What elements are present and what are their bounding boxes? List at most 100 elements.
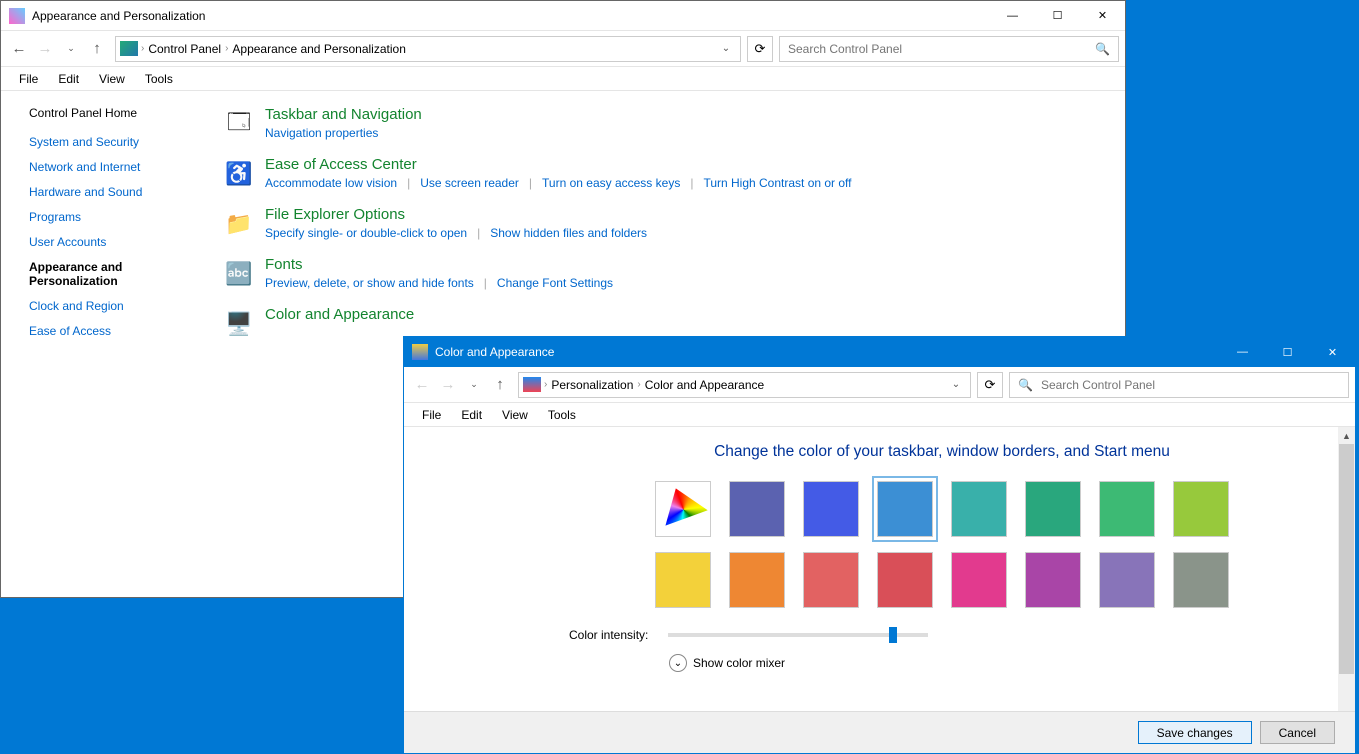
control-panel-home-link[interactable]: Control Panel Home — [29, 106, 201, 120]
refresh-button[interactable]: ⟳ — [747, 36, 773, 62]
intensity-slider[interactable] — [668, 633, 928, 637]
slider-thumb[interactable] — [889, 627, 897, 643]
color-swatch-lime[interactable] — [1173, 481, 1229, 537]
minimize-button[interactable]: — — [1220, 337, 1265, 367]
menu-view[interactable]: View — [492, 406, 538, 424]
menu-bar: File Edit View Tools — [404, 403, 1355, 427]
color-swatch-blue[interactable] — [803, 481, 859, 537]
category-icon: 🗔 — [221, 106, 257, 142]
search-input[interactable] — [1041, 378, 1340, 392]
breadcrumb-seg2[interactable]: Color and Appearance — [641, 378, 768, 392]
search-icon[interactable]: 🔍 — [1018, 378, 1033, 392]
color-swatch-yellow[interactable] — [655, 552, 711, 608]
color-swatch-red[interactable] — [877, 552, 933, 608]
intensity-label: Color intensity: — [569, 628, 648, 642]
menu-file[interactable]: File — [9, 70, 48, 88]
color-swatch-purple[interactable] — [1025, 552, 1081, 608]
up-button[interactable]: ↑ — [85, 37, 109, 61]
scrollbar[interactable]: ▲ — [1338, 427, 1355, 711]
cancel-button[interactable]: Cancel — [1260, 721, 1335, 744]
maximize-button[interactable]: ☐ — [1035, 1, 1080, 31]
menu-edit[interactable]: Edit — [48, 70, 89, 88]
minimize-button[interactable]: — — [990, 1, 1035, 31]
category-title[interactable]: File Explorer Options — [265, 206, 647, 223]
sidebar-item-ease[interactable]: Ease of Access — [29, 324, 201, 338]
window-icon — [9, 8, 25, 24]
forward-button[interactable]: → — [436, 373, 460, 397]
color-swatch-green[interactable] — [1099, 481, 1155, 537]
color-swatch-sky-blue[interactable] — [877, 481, 933, 537]
search-icon[interactable]: 🔍 — [1095, 42, 1110, 56]
category-title[interactable]: Taskbar and Navigation — [265, 106, 422, 123]
color-swatch-gray[interactable] — [1173, 552, 1229, 608]
category-link[interactable]: Specify single- or double-click to open — [265, 226, 467, 240]
sidebar-item-clock[interactable]: Clock and Region — [29, 299, 201, 313]
sidebar-item-programs[interactable]: Programs — [29, 210, 201, 224]
category-links: Navigation properties — [265, 126, 422, 140]
category-title[interactable]: Color and Appearance — [265, 306, 414, 323]
category-links: Accommodate low vision|Use screen reader… — [265, 176, 852, 190]
titlebar[interactable]: Color and Appearance — ☐ ✕ — [404, 337, 1355, 367]
address-bar[interactable]: › Personalization › Color and Appearance… — [518, 372, 971, 398]
forward-button[interactable]: → — [33, 37, 57, 61]
category-title[interactable]: Ease of Access Center — [265, 156, 852, 173]
window-icon — [412, 344, 428, 360]
color-swatch-violet[interactable] — [1099, 552, 1155, 608]
color-swatch-magenta[interactable] — [951, 552, 1007, 608]
recent-dropdown-icon[interactable]: ⌄ — [59, 37, 83, 61]
color-swatch-teal[interactable] — [951, 481, 1007, 537]
refresh-button[interactable]: ⟳ — [977, 372, 1003, 398]
sidebar-item-accounts[interactable]: User Accounts — [29, 235, 201, 249]
chevron-down-icon: ⌄ — [669, 654, 687, 672]
show-color-mixer-toggle[interactable]: ⌄ Show color mixer — [669, 654, 1315, 672]
category-link[interactable]: Use screen reader — [420, 176, 519, 190]
category-link[interactable]: Change Font Settings — [497, 276, 613, 290]
color-swatch-automatic[interactable] — [655, 481, 711, 537]
category-link[interactable]: Navigation properties — [265, 126, 378, 140]
menu-file[interactable]: File — [412, 406, 451, 424]
color-swatch-coral[interactable] — [803, 552, 859, 608]
sidebar-item-appearance[interactable]: Appearance and Personalization — [29, 260, 201, 288]
navigation-bar: ← → ⌄ ↑ › Personalization › Color and Ap… — [404, 367, 1355, 403]
category-link[interactable]: Preview, delete, or show and hide fonts — [265, 276, 474, 290]
address-dropdown-icon[interactable]: ⌄ — [716, 43, 736, 54]
close-button[interactable]: ✕ — [1080, 1, 1125, 31]
back-button[interactable]: ← — [410, 373, 434, 397]
titlebar[interactable]: Appearance and Personalization — ☐ ✕ — [1, 1, 1125, 31]
save-button[interactable]: Save changes — [1138, 721, 1252, 744]
back-button[interactable]: ← — [7, 37, 31, 61]
address-bar[interactable]: › Control Panel › Appearance and Persona… — [115, 36, 741, 62]
mixer-label: Show color mixer — [693, 656, 785, 670]
close-button[interactable]: ✕ — [1310, 337, 1355, 367]
color-swatch-orange[interactable] — [729, 552, 785, 608]
category-title[interactable]: Fonts — [265, 256, 613, 273]
menu-edit[interactable]: Edit — [451, 406, 492, 424]
sidebar: Control Panel Home System and Security N… — [1, 91, 201, 597]
search-input[interactable] — [788, 42, 1095, 56]
menu-bar: File Edit View Tools — [1, 67, 1125, 91]
color-swatch-indigo[interactable] — [729, 481, 785, 537]
scroll-thumb[interactable] — [1339, 444, 1354, 674]
scroll-up-icon[interactable]: ▲ — [1338, 427, 1355, 444]
category-link[interactable]: Show hidden files and folders — [490, 226, 647, 240]
recent-dropdown-icon[interactable]: ⌄ — [462, 373, 486, 397]
category-link[interactable]: Turn High Contrast on or off — [703, 176, 851, 190]
category-link[interactable]: Accommodate low vision — [265, 176, 397, 190]
menu-view[interactable]: View — [89, 70, 135, 88]
button-bar: Save changes Cancel — [404, 711, 1355, 753]
search-box[interactable]: 🔍 — [779, 36, 1119, 62]
breadcrumb-root[interactable]: Control Panel — [144, 42, 225, 56]
menu-tools[interactable]: Tools — [135, 70, 183, 88]
sidebar-item-network[interactable]: Network and Internet — [29, 160, 201, 174]
sidebar-item-system[interactable]: System and Security — [29, 135, 201, 149]
up-button[interactable]: ↑ — [488, 373, 512, 397]
category-link[interactable]: Turn on easy access keys — [542, 176, 680, 190]
sidebar-item-hardware[interactable]: Hardware and Sound — [29, 185, 201, 199]
address-dropdown-icon[interactable]: ⌄ — [946, 379, 966, 390]
menu-tools[interactable]: Tools — [538, 406, 586, 424]
breadcrumb-seg1[interactable]: Personalization — [547, 378, 637, 392]
breadcrumb-current[interactable]: Appearance and Personalization — [228, 42, 409, 56]
color-swatch-sea-green[interactable] — [1025, 481, 1081, 537]
maximize-button[interactable]: ☐ — [1265, 337, 1310, 367]
search-box[interactable]: 🔍 — [1009, 372, 1349, 398]
